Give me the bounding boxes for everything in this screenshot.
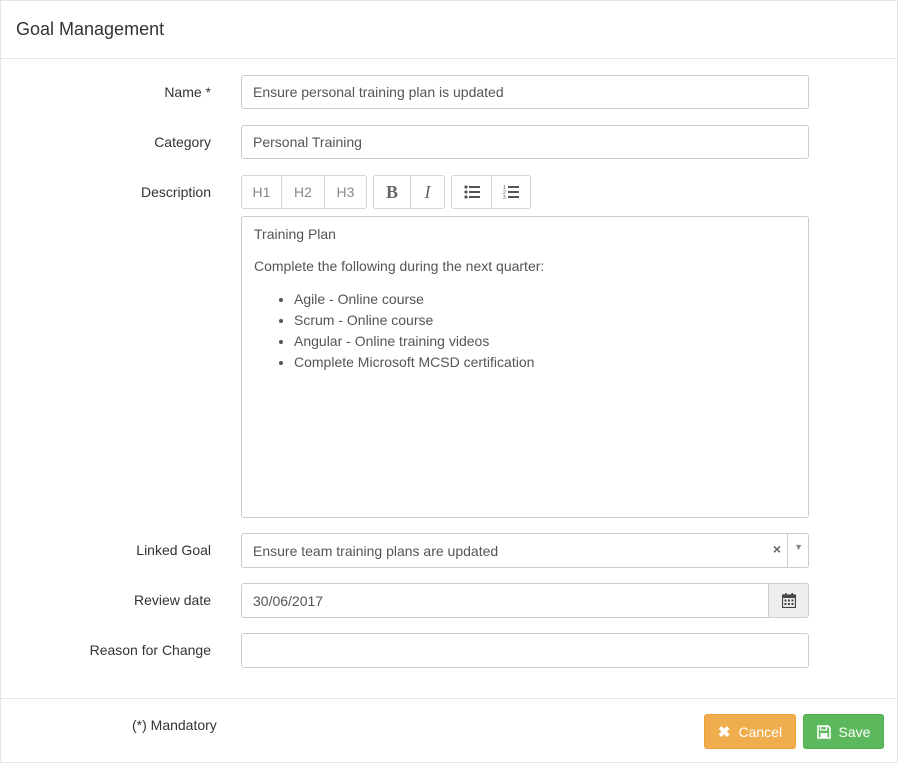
list-item: Complete Microsoft MCSD certification — [294, 352, 796, 373]
review-date-input[interactable]: 30/06/2017 — [241, 583, 809, 618]
bullet-list-icon — [463, 185, 480, 199]
list-button-group: 1 2 3 — [451, 175, 531, 209]
save-icon — [816, 724, 831, 739]
h3-button[interactable]: H3 — [324, 175, 367, 209]
linked-goal-value: Ensure team training plans are updated — [253, 542, 499, 559]
bullet-list-button[interactable] — [451, 175, 492, 209]
clear-icon[interactable]: × — [773, 541, 781, 557]
name-input-value: Ensure personal training plan is updated — [253, 84, 504, 100]
chevron-down-icon[interactable]: ▼ — [794, 542, 803, 552]
description-editor[interactable]: Training Plan Complete the following dur… — [241, 216, 809, 518]
select-divider — [787, 534, 788, 567]
italic-button[interactable]: I — [410, 175, 445, 209]
name-label: Name * — [164, 84, 211, 100]
description-label: Description — [140, 184, 211, 200]
category-input-value: Personal Training — [253, 134, 362, 150]
heading-button-group: H1 H2 H3 — [241, 175, 367, 209]
list-item: Scrum - Online course — [294, 310, 796, 331]
h2-button[interactable]: H2 — [281, 175, 325, 209]
dialog-footer: (*) Mandatory ✖ Cancel Save — [1, 698, 897, 763]
calendar-button[interactable] — [768, 584, 808, 617]
svg-text:3: 3 — [503, 195, 506, 200]
close-icon: ✖ — [717, 723, 731, 741]
editor-intro: Complete the following during the next q… — [254, 258, 545, 274]
numbered-list-icon: 1 2 3 — [503, 185, 519, 200]
editor-toolbar: H1 H2 H3 B I 1 2 3 — [241, 175, 531, 209]
cancel-button[interactable]: ✖ Cancel — [704, 714, 796, 749]
reason-label: Reason for Change — [89, 642, 211, 658]
format-button-group: B I — [373, 175, 445, 209]
list-item: Agile - Online course — [294, 289, 796, 310]
review-date-value: 30/06/2017 — [253, 592, 324, 609]
numbered-list-button[interactable]: 1 2 3 — [491, 175, 531, 209]
linked-goal-select[interactable]: Ensure team training plans are updated ×… — [241, 533, 809, 568]
h1-button[interactable]: H1 — [241, 175, 282, 209]
save-button[interactable]: Save — [803, 714, 884, 749]
save-button-label: Save — [838, 723, 871, 740]
goal-management-dialog: Goal Management Name * Ensure personal t… — [0, 0, 898, 763]
category-label: Category — [154, 134, 211, 150]
name-input[interactable]: Ensure personal training plan is updated — [241, 75, 809, 109]
list-item: Angular - Online training videos — [294, 331, 796, 352]
calendar-icon — [781, 593, 796, 608]
category-input[interactable]: Personal Training — [241, 125, 809, 159]
editor-bullet-list: Agile - Online course Scrum - Online cou… — [254, 289, 796, 373]
cancel-button-label: Cancel — [738, 723, 783, 740]
review-date-label: Review date — [133, 592, 211, 608]
dialog-header: Goal Management — [1, 1, 897, 59]
linked-goal-label: Linked Goal — [136, 542, 211, 558]
bold-button[interactable]: B — [373, 175, 411, 209]
reason-input[interactable] — [241, 633, 809, 668]
dialog-title: Goal Management — [16, 19, 165, 39]
editor-heading: Training Plan — [254, 226, 336, 242]
mandatory-note: (*) Mandatory — [132, 717, 217, 733]
